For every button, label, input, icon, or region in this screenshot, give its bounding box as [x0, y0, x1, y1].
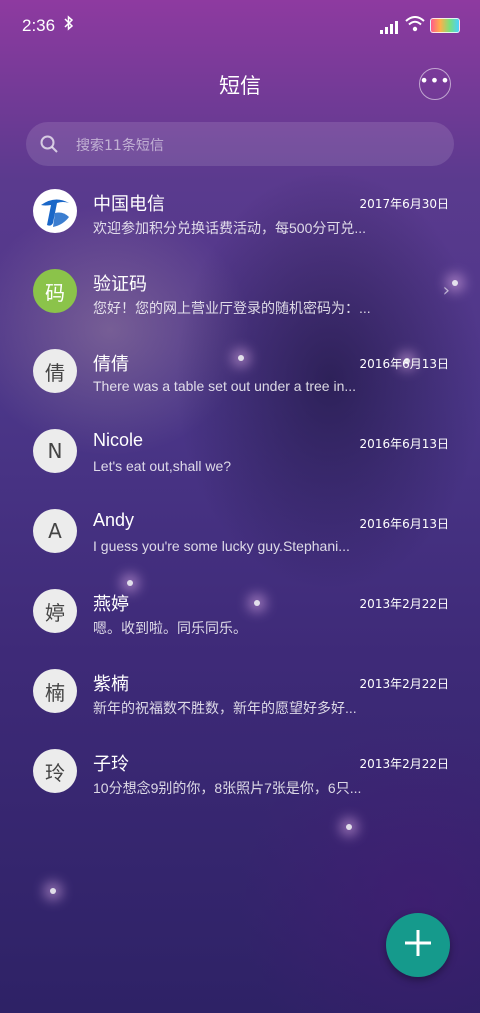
- message-preview: 欢迎参加积分兑换话费活动，每500分可兑...: [93, 220, 367, 236]
- sender-name: 燕婷: [93, 594, 129, 614]
- message-date: 2016年6月13日: [359, 517, 449, 531]
- bluetooth-icon: [64, 15, 74, 35]
- battery-icon: [430, 18, 460, 33]
- message-date: 2016年6月13日: [359, 357, 449, 371]
- sender-name: 验证码: [93, 274, 147, 294]
- message-preview: 10分想念9别的你，8张照片7张是你，6只...: [93, 780, 362, 796]
- china-telecom-logo-icon: [33, 189, 77, 233]
- message-row-qianqian[interactable]: 倩 倩倩 2016年6月13日 There was a table set ou…: [0, 330, 480, 410]
- avatar: 楠: [33, 669, 77, 713]
- search-input[interactable]: 搜索11条短信: [26, 122, 454, 166]
- sender-name: Nicole: [93, 430, 144, 450]
- more-options-button[interactable]: •••: [419, 68, 451, 100]
- message-list: 中国电信 2017年6月30日 欢迎参加积分兑换话费活动，每500分可兑... …: [0, 170, 480, 810]
- message-row-nicole[interactable]: N Nicole 2016年6月13日 Let's eat out,shall …: [0, 410, 480, 490]
- signal-icon: [380, 19, 398, 38]
- sender-name: 紫楠: [93, 674, 129, 694]
- message-row-andy[interactable]: A Andy 2016年6月13日 I guess you're some lu…: [0, 490, 480, 570]
- search-placeholder: 搜索11条短信: [76, 138, 164, 154]
- message-row-verify-code[interactable]: 码 验证码 › 您好！您的网上营业厅登录的随机密码为：...: [0, 250, 480, 330]
- chevron-right-icon: ›: [442, 280, 450, 301]
- sender-name: 中国电信: [93, 194, 165, 214]
- message-row-yanting[interactable]: 婷 燕婷 2013年2月22日 嗯。收到啦。同乐同乐。: [0, 570, 480, 650]
- message-preview: There was a table set out under a tree i…: [93, 378, 357, 394]
- message-row-ziling[interactable]: 玲 子玲 2013年2月22日 10分想念9别的你，8张照片7张是你，6只...: [0, 730, 480, 810]
- message-preview: I guess you're some lucky guy.Stephani..…: [93, 538, 350, 554]
- sender-name: Andy: [93, 510, 135, 530]
- message-preview: 嗯。收到啦。同乐同乐。: [93, 620, 247, 636]
- avatar: 婷: [33, 589, 77, 633]
- wifi-icon: [405, 16, 425, 36]
- avatar: A: [33, 509, 77, 553]
- message-date: 2013年2月22日: [359, 757, 449, 771]
- message-preview: Let's eat out,shall we?: [93, 458, 232, 474]
- avatar: 倩: [33, 349, 77, 393]
- avatar: N: [33, 429, 77, 473]
- message-date: 2013年2月22日: [359, 597, 449, 611]
- message-date: 2013年2月22日: [359, 677, 449, 691]
- status-time: 2:36: [22, 16, 56, 35]
- plus-icon: [404, 929, 432, 961]
- message-row-zinan[interactable]: 楠 紫楠 2013年2月22日 新年的祝福数不胜数，新年的愿望好多好...: [0, 650, 480, 730]
- avatar: 玲: [33, 749, 77, 793]
- message-date: 2016年6月13日: [359, 437, 449, 451]
- compose-button[interactable]: [386, 913, 450, 977]
- page-title: 短信: [219, 74, 261, 98]
- message-preview: 新年的祝福数不胜数，新年的愿望好多好...: [93, 700, 357, 716]
- sender-name: 子玲: [93, 754, 129, 774]
- message-preview: 您好！您的网上营业厅登录的随机密码为：...: [93, 300, 371, 316]
- search-icon: [40, 135, 58, 157]
- message-date: 2017年6月30日: [359, 197, 449, 211]
- avatar: 码: [33, 269, 77, 313]
- message-row-china-telecom[interactable]: 中国电信 2017年6月30日 欢迎参加积分兑换话费活动，每500分可兑...: [0, 170, 480, 250]
- sender-name: 倩倩: [93, 354, 129, 374]
- status-bar: 2:36: [0, 0, 480, 52]
- more-dots-icon: •••: [419, 71, 451, 90]
